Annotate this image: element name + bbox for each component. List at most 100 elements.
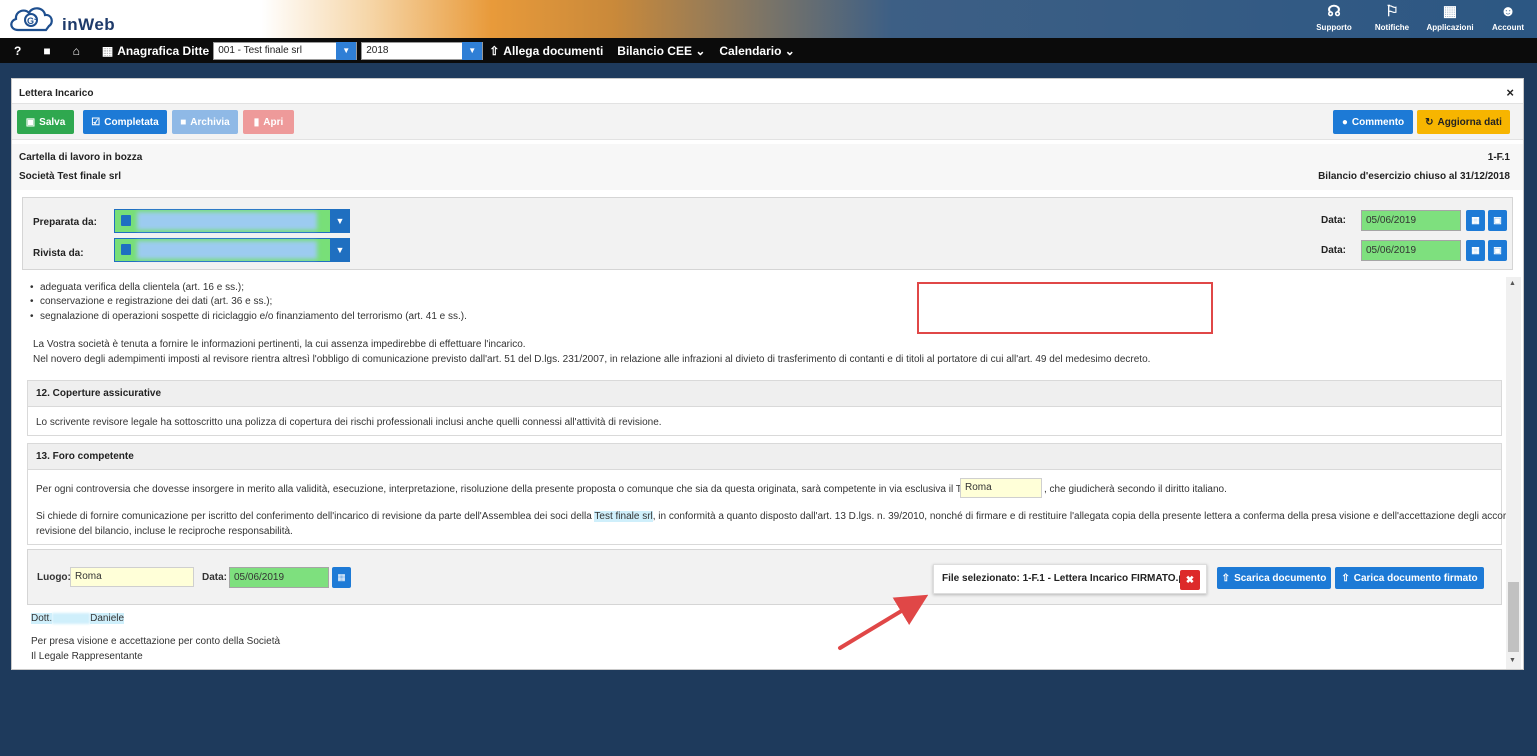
content-scrollbar[interactable]: ▲ ▼ bbox=[1506, 277, 1521, 669]
company-select-value: 001 - Test finale srl bbox=[218, 45, 302, 56]
section-13-title: 13. Foro competente bbox=[28, 444, 1501, 470]
chevron-down-icon[interactable]: ▼ bbox=[330, 238, 350, 262]
section-13: 13. Foro competente Per ogni controversi… bbox=[27, 443, 1506, 545]
chevron-down-icon[interactable]: ▼ bbox=[462, 41, 483, 60]
user-circle-icon: ☻ bbox=[1500, 3, 1516, 20]
scarica-documento-button[interactable]: ⇧ Scarica documento bbox=[1217, 567, 1331, 589]
paragraph: revisione del bilancio, incluse le recip… bbox=[36, 526, 293, 537]
calendar-icon[interactable]: ▦ bbox=[332, 567, 351, 588]
selected-file-box: File selezionato: 1-F.1 - Lettera Incari… bbox=[933, 564, 1207, 594]
salva-button[interactable]: ▣ Salva bbox=[17, 110, 74, 134]
rivista-select[interactable]: ▼ bbox=[114, 238, 350, 262]
lettera-incarico-modal: Lettera Incarico × ▣ Salva ☑ Completata ■ A… bbox=[11, 78, 1524, 670]
chevron-down-icon[interactable]: ▼ bbox=[336, 41, 357, 60]
building-icon: ▦ bbox=[101, 43, 114, 58]
year-select[interactable]: 2018 ▼ bbox=[361, 41, 484, 60]
clipboard-check-icon: ☑ bbox=[91, 116, 101, 128]
paragraph: , che giudicherà secondo il diritto ital… bbox=[1044, 484, 1227, 495]
section-12-title: 12. Coperture assicurative bbox=[28, 381, 1501, 407]
list-item: segnalazione di operazioni sospette di r… bbox=[30, 311, 467, 322]
home-icon[interactable]: ⌂ bbox=[73, 44, 80, 58]
paragraph: Nel novero degli adempimenti imposti al … bbox=[33, 354, 1151, 365]
rivista-label: Rivista da: bbox=[33, 248, 84, 259]
data-preparata-input[interactable]: 05/06/2019 bbox=[1361, 210, 1461, 231]
calendario-menu[interactable]: Calendario ⌄ bbox=[719, 44, 794, 58]
remove-file-icon[interactable]: ✖ bbox=[1180, 570, 1200, 590]
account-label: Account bbox=[1492, 23, 1524, 32]
archive-icon: ■ bbox=[180, 116, 187, 128]
main-navbar: ? ■ ⌂ ▦ Anagrafica Ditte 001 - Test fina… bbox=[0, 38, 1537, 63]
aggiorna-label: Aggiorna dati bbox=[1437, 116, 1502, 128]
video-icon[interactable]: ■ bbox=[43, 44, 50, 58]
signature-box: Preparata da: ▼ Data: 05/06/2019 ▦ ▣ Riv… bbox=[22, 197, 1513, 270]
support-label: Supporto bbox=[1316, 23, 1352, 32]
calendario-label: Calendario bbox=[719, 43, 782, 58]
account-button[interactable]: ☻ Account bbox=[1479, 0, 1537, 38]
completata-button[interactable]: ☑ Completata bbox=[83, 110, 167, 134]
chevron-down-icon: ⌄ bbox=[695, 43, 706, 58]
grid-icon: ▦ bbox=[1442, 3, 1458, 20]
data-rivista-input[interactable]: 05/06/2019 bbox=[1361, 240, 1461, 261]
scrollbar-thumb[interactable] bbox=[1508, 582, 1519, 652]
allega-documenti-link[interactable]: Allega documenti bbox=[503, 44, 603, 58]
preparata-select[interactable]: ▼ bbox=[114, 209, 350, 233]
data-preparata-label: Data: bbox=[1321, 215, 1347, 226]
apri-label: Apri bbox=[263, 116, 284, 128]
app-logo[interactable]: G 3 inWeb bbox=[6, 3, 156, 35]
luogo-label: Luogo: bbox=[37, 572, 71, 583]
section-12: 12. Coperture assicurative Lo scrivente … bbox=[27, 380, 1502, 436]
paragraph: Si chiede di fornire comunicazione per i… bbox=[36, 511, 1506, 522]
status-text: Cartella di lavoro in bozza bbox=[19, 152, 143, 163]
bell-icon: ⚐ bbox=[1385, 3, 1399, 20]
scroll-down-icon[interactable]: ▼ bbox=[1509, 657, 1516, 664]
paragraph: La Vostra società è tenuta a fornire le … bbox=[33, 339, 526, 350]
notifications-label: Notifiche bbox=[1374, 23, 1410, 32]
support-button[interactable]: ☊ Supporto bbox=[1305, 0, 1363, 38]
anagrafica-link[interactable]: Anagrafica Ditte bbox=[117, 44, 209, 58]
upload-icon: ⇧ bbox=[1341, 572, 1350, 584]
paragraph: Per ogni controversia che dovesse insorg… bbox=[36, 484, 1008, 495]
chevron-down-icon: ⌄ bbox=[784, 43, 795, 58]
letter-content: adeguata verifica della clientela (art. … bbox=[12, 277, 1506, 669]
preparata-label: Preparata da: bbox=[33, 217, 97, 228]
paragraph: Lo scrivente revisore legale ha sottoscr… bbox=[36, 417, 662, 428]
commento-button[interactable]: ● Commento bbox=[1333, 110, 1413, 134]
archivia-button[interactable]: ■ Archivia bbox=[172, 110, 238, 134]
company-select[interactable]: 001 - Test finale srl ▼ bbox=[213, 41, 358, 60]
calendar-today-icon[interactable]: ▣ bbox=[1488, 210, 1507, 231]
data-input[interactable]: 05/06/2019 bbox=[229, 567, 329, 588]
calendar-today-icon[interactable]: ▣ bbox=[1488, 240, 1507, 261]
aggiorna-dati-button[interactable]: ↻ Aggiorna dati bbox=[1417, 110, 1510, 134]
modal-title: Lettera Incarico bbox=[19, 88, 94, 99]
list-item: adeguata verifica della clientela (art. … bbox=[30, 282, 244, 293]
header-actions: ☊ Supporto ⚐ Notifiche ▦ Applicazioni ☻ … bbox=[1305, 0, 1537, 38]
notifications-button[interactable]: ⚐ Notifiche bbox=[1363, 0, 1421, 38]
list-item: conservazione e registrazione dei dati (… bbox=[30, 296, 272, 307]
document-code: 1-F.1 bbox=[1487, 152, 1510, 163]
app-header: G 3 inWeb ☊ Supporto ⚐ Notifiche ▦ Appli… bbox=[0, 0, 1537, 38]
redacted-name bbox=[137, 212, 317, 230]
bilancio-cee-menu[interactable]: Bilancio CEE ⌄ bbox=[617, 44, 705, 58]
calendar-icon[interactable]: ▦ bbox=[1466, 210, 1485, 231]
applications-button[interactable]: ▦ Applicazioni bbox=[1421, 0, 1479, 38]
scarica-label: Scarica documento bbox=[1234, 572, 1327, 584]
carica-label: Carica documento firmato bbox=[1353, 572, 1478, 584]
data-rivista-label: Data: bbox=[1321, 245, 1347, 256]
applications-label: Applicazioni bbox=[1426, 23, 1474, 32]
chevron-down-icon[interactable]: ▼ bbox=[330, 209, 350, 233]
dott-name: Daniele bbox=[90, 613, 125, 624]
carica-documento-firmato-button[interactable]: ⇧ Carica documento firmato bbox=[1335, 567, 1484, 589]
tribunale-input[interactable]: Roma bbox=[960, 478, 1042, 498]
luogo-input[interactable]: Roma bbox=[70, 567, 194, 587]
user-icon bbox=[121, 244, 131, 255]
cloud-logo-icon: G 3 bbox=[10, 7, 53, 32]
help-button[interactable]: ? bbox=[14, 44, 21, 58]
calendar-icon[interactable]: ▦ bbox=[1466, 240, 1485, 261]
paragraph: Per presa visione e accettazione per con… bbox=[31, 636, 281, 647]
close-icon[interactable]: × bbox=[1506, 85, 1514, 100]
paragraph-text: Si chiede di fornire comunicazione per i… bbox=[36, 511, 592, 522]
apri-button[interactable]: ▮ Apri bbox=[243, 110, 294, 134]
bilancio-cee-label: Bilancio CEE bbox=[617, 43, 692, 58]
commento-label: Commento bbox=[1351, 116, 1405, 128]
scroll-up-icon[interactable]: ▲ bbox=[1509, 280, 1516, 287]
